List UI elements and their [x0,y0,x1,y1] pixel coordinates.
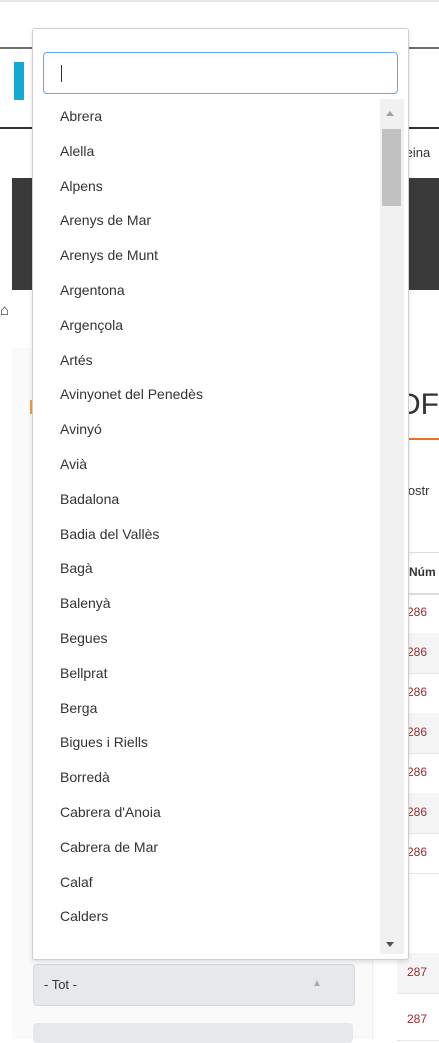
row-link[interactable]: 286 [407,725,427,739]
row-link[interactable]: 286 [407,645,427,659]
options-list[interactable]: Abrera Alella Alpens Arenys de Mar Areny… [33,99,380,951]
column-header-number[interactable]: Núm [409,565,436,579]
dropdown-option[interactable]: Avinyonet del Penedès [33,377,380,412]
dropdown-scrollbar[interactable] [380,99,404,954]
dropdown-option[interactable]: Alella [33,134,380,169]
row-link[interactable]: 286 [407,765,427,779]
dropdown-option[interactable]: Avià [33,447,380,482]
filter-select[interactable]: - Tot - ▲ [33,964,355,1006]
home-icon[interactable]: ⌂ [0,302,9,319]
dropdown-option[interactable]: Arenys de Munt [33,238,380,273]
dropdown-option[interactable]: Argençola [33,308,380,343]
dropdown-option[interactable]: Badalona [33,482,380,517]
dropdown-option[interactable]: Cabrera d'Anoia [33,795,380,830]
text-caret [61,65,62,82]
dropdown-option[interactable]: Arenys de Mar [33,203,380,238]
dropdown-option[interactable]: Cabrera de Mar [33,830,380,865]
table-row[interactable]: 287 [397,1000,439,1041]
row-link[interactable]: 286 [407,805,427,819]
dropdown-search-input[interactable] [43,52,398,94]
scroll-up-arrow-icon[interactable] [386,111,394,116]
dropdown-option[interactable]: Borredà [33,760,380,795]
dropdown-option[interactable]: Calders [33,899,380,934]
dropdown-option[interactable]: Badia del Vallès [33,517,380,552]
chevron-up-icon: ▲ [312,978,322,989]
logo[interactable] [14,62,24,100]
row-link[interactable]: 286 [407,605,427,619]
row-link[interactable]: 286 [407,685,427,699]
dropdown-option[interactable]: Balenyà [33,586,380,621]
row-link[interactable]: 286 [407,845,427,859]
top-border [0,0,439,2]
row-link[interactable]: 287 [407,1012,427,1026]
dropdown-option[interactable]: Abrera [33,99,380,134]
dropdown-option[interactable]: Argentona [33,273,380,308]
filter-select-value: - Tot - [44,977,77,992]
dropdown-option[interactable]: Begues [33,621,380,656]
dropdown-option[interactable]: Artés [33,343,380,378]
dropdown-option[interactable]: Bagà [33,551,380,586]
scroll-down-arrow-icon[interactable] [386,942,394,947]
row-link[interactable]: 287 [407,965,427,979]
municipality-dropdown[interactable]: Abrera Alella Alpens Arenys de Mar Areny… [32,28,409,960]
dropdown-option[interactable]: Alpens [33,169,380,204]
filter-select-secondary[interactable] [33,1023,353,1043]
dropdown-option[interactable]: Avinyó [33,412,380,447]
dropdown-option[interactable]: Calaf [33,865,380,900]
dropdown-option[interactable]: Bellprat [33,656,380,691]
dropdown-option[interactable]: Berga [33,691,380,726]
scrollbar-thumb[interactable] [382,129,401,206]
dropdown-option[interactable]: Bigues i Riells [33,725,380,760]
